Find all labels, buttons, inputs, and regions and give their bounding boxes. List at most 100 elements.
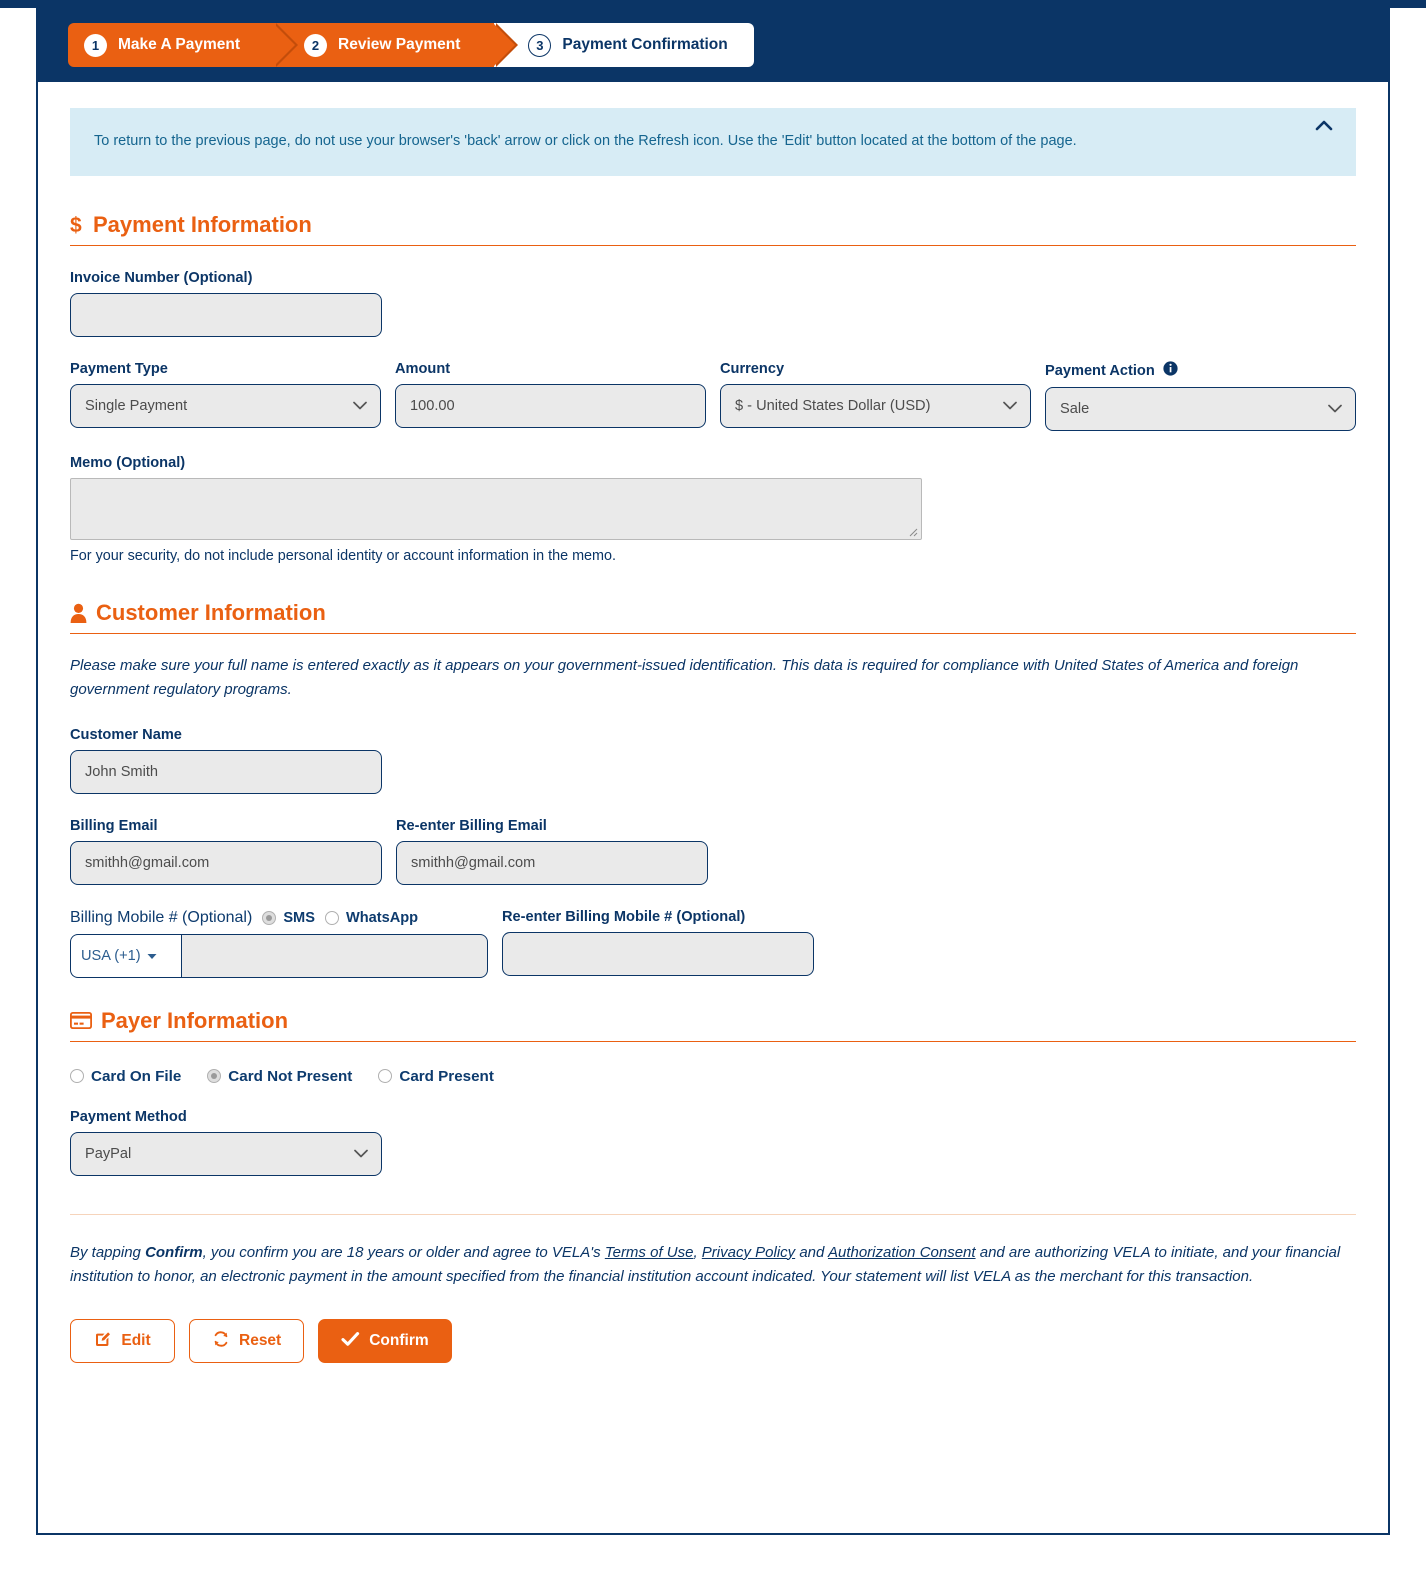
radio-card-present[interactable]: Card Present — [378, 1068, 494, 1085]
payment-action-label: Payment Action — [1045, 362, 1155, 379]
customer-information-note: Please make sure your full name is enter… — [70, 657, 1299, 699]
legal-part-2: , you confirm you are 18 years or older … — [202, 1243, 605, 1261]
step-payment-confirmation[interactable]: 3 Payment Confirmation — [494, 23, 754, 67]
billing-mobile-label: Billing Mobile # (Optional) — [70, 908, 253, 926]
privacy-policy-link[interactable]: Privacy Policy — [702, 1244, 795, 1261]
legal-confirm-word: Confirm — [145, 1243, 203, 1261]
step-number: 3 — [528, 33, 552, 57]
invoice-number-label: Invoice Number (Optional) — [70, 270, 253, 286]
person-icon — [70, 603, 87, 624]
progress-stepper: 1 Make A Payment 2 Review Payment 3 Paym… — [38, 8, 1388, 82]
billing-mobile-input[interactable] — [181, 933, 488, 978]
reset-button-label: Reset — [239, 1332, 282, 1350]
terms-of-use-link[interactable]: Terms of Use — [605, 1244, 694, 1261]
invoice-number-input[interactable] — [70, 293, 382, 337]
radio-card-not-present-label: Card Not Present — [228, 1067, 353, 1085]
reenter-billing-email-label: Re-enter Billing Email — [396, 817, 547, 834]
payment-action-label-wrap: Payment Action — [1045, 361, 1356, 380]
step-label: Review Payment — [338, 36, 461, 53]
section-title: Payer Information — [101, 1007, 289, 1033]
amount-input[interactable] — [395, 384, 706, 428]
section-divider — [70, 1213, 1356, 1215]
radio-card-on-file[interactable]: Card On File — [70, 1068, 181, 1085]
radio-whatsapp-label: WhatsApp — [345, 909, 419, 926]
radio-card-on-file-label: Card On File — [91, 1067, 182, 1085]
payment-type-label: Payment Type — [70, 361, 168, 377]
legal-disclaimer: By tapping Confirm, you confirm you are … — [70, 1241, 1356, 1290]
step-make-a-payment[interactable]: 1 Make A Payment — [68, 23, 299, 67]
chevron-up-icon[interactable] — [1314, 116, 1334, 136]
billing-email-row: Billing Email Re-enter Billing Email — [70, 818, 1356, 885]
legal-sep-1: , — [693, 1243, 702, 1261]
currency-value: $ - United States Dollar (USD) — [735, 398, 931, 414]
memo-hint: For your security, do not include person… — [70, 548, 617, 564]
radio-card-on-file-indicator — [70, 1069, 84, 1084]
memo-textarea[interactable] — [70, 478, 922, 540]
payment-method-select[interactable]: PayPal — [70, 1131, 382, 1176]
reenter-billing-mobile-input[interactable] — [502, 931, 814, 976]
authorization-consent-link[interactable]: Authorization Consent — [828, 1244, 976, 1261]
billing-email-input[interactable] — [70, 840, 382, 885]
step-number: 2 — [304, 33, 328, 57]
svg-text:$: $ — [70, 214, 82, 237]
radio-whatsapp[interactable]: WhatsApp — [324, 909, 419, 926]
reenter-billing-email-input[interactable] — [396, 840, 708, 885]
step-review-payment[interactable]: 2 Review Payment — [274, 23, 519, 67]
reset-button[interactable]: Reset — [189, 1319, 305, 1364]
info-banner: To return to the previous page, do not u… — [70, 108, 1356, 176]
radio-card-not-present-indicator — [207, 1069, 222, 1084]
card-presence-radio-group: Card On File Card Not Present Card Prese… — [70, 1068, 1356, 1085]
field-payment-action: Payment Action Sale — [1045, 361, 1356, 431]
radio-whatsapp-indicator — [324, 910, 339, 925]
field-billing-email: Billing Email — [70, 818, 382, 885]
credit-card-icon — [70, 1012, 92, 1030]
edit-pencil-icon — [94, 1330, 112, 1353]
radio-sms[interactable]: SMS — [262, 910, 315, 926]
radio-card-not-present[interactable]: Card Not Present — [207, 1068, 352, 1085]
step-label: Payment Confirmation — [562, 36, 728, 53]
field-customer-name: Customer Name — [70, 727, 382, 794]
resize-grip-icon[interactable] — [907, 526, 919, 538]
top-accent-bar — [0, 0, 1426, 8]
step-label: Make A Payment — [118, 36, 241, 53]
info-circle-icon[interactable] — [1163, 361, 1178, 380]
payment-method-label: Payment Method — [70, 1108, 187, 1125]
legal-sep-2: and — [795, 1243, 828, 1261]
memo-label: Memo (Optional) — [70, 455, 186, 471]
caret-down-icon — [147, 948, 157, 964]
radio-sms-label: SMS — [283, 909, 315, 926]
step-number: 1 — [84, 33, 107, 57]
payment-type-value: Single Payment — [85, 398, 188, 414]
currency-select[interactable]: $ - United States Dollar (USD) — [720, 384, 1031, 428]
confirm-button[interactable]: Confirm — [318, 1319, 452, 1364]
payment-action-select[interactable]: Sale — [1045, 387, 1356, 431]
field-amount: Amount — [395, 361, 706, 431]
currency-label: Currency — [720, 361, 785, 377]
amount-label: Amount — [395, 361, 451, 377]
field-currency: Currency $ - United States Dollar (USD) — [720, 361, 1031, 431]
field-payment-type: Payment Type Single Payment — [70, 361, 381, 431]
payment-method-value: PayPal — [85, 1145, 132, 1162]
section-title: Payment Information — [93, 212, 312, 237]
section-header-payer-information: Payer Information — [70, 1008, 1356, 1042]
reenter-billing-mobile-label: Re-enter Billing Mobile # (Optional) — [502, 908, 746, 925]
section-header-payment-information: $ Payment Information — [70, 212, 1356, 246]
field-payment-method: Payment Method PayPal — [70, 1109, 382, 1176]
confirm-button-label: Confirm — [369, 1332, 429, 1350]
field-billing-mobile: Billing Mobile # (Optional) SMS WhatsApp… — [70, 909, 488, 978]
edit-button-label: Edit — [121, 1332, 151, 1350]
field-memo: Memo (Optional) For your security, do no… — [70, 455, 1356, 564]
legal-part-1: By tapping — [70, 1243, 146, 1261]
field-reenter-billing-email: Re-enter Billing Email — [396, 818, 708, 885]
billing-email-label: Billing Email — [70, 817, 158, 834]
section-title: Customer Information — [96, 600, 326, 625]
section-header-customer-information: Customer Information — [70, 600, 1356, 634]
customer-name-input[interactable] — [70, 749, 382, 794]
billing-mobile-row: Billing Mobile # (Optional) SMS WhatsApp… — [70, 909, 1356, 978]
country-code-select[interactable]: USA (+1) — [70, 933, 181, 978]
edit-button[interactable]: Edit — [70, 1319, 175, 1364]
country-code-value: USA (+1) — [81, 947, 141, 964]
refresh-icon — [212, 1330, 230, 1353]
payment-type-select[interactable]: Single Payment — [70, 384, 381, 428]
info-banner-text: To return to the previous page, do not u… — [94, 133, 1077, 149]
